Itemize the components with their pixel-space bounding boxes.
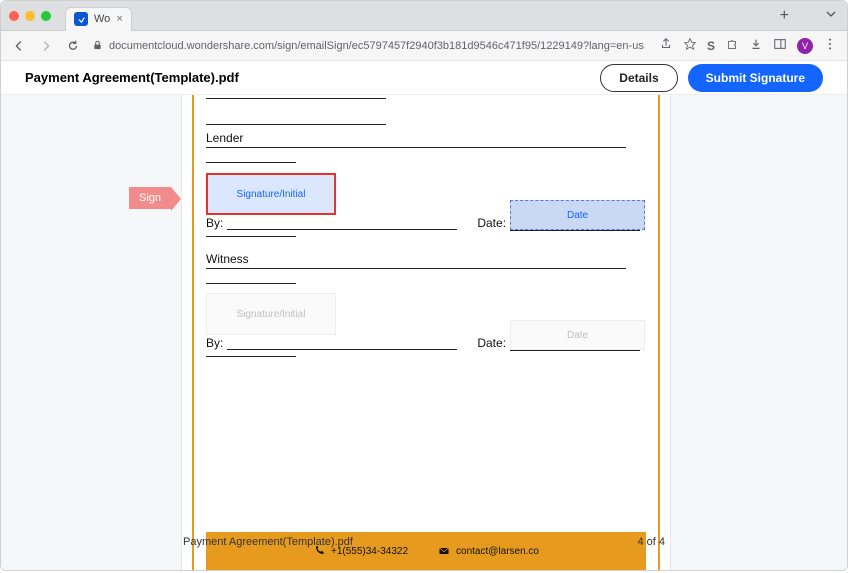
field-line xyxy=(510,230,640,231)
status-filename: Payment Agreement(Template).pdf xyxy=(183,536,353,548)
tab-title: Wo xyxy=(94,13,110,25)
date-field-witness[interactable]: Date xyxy=(510,320,645,350)
witness-label: Witness xyxy=(206,252,646,266)
minimize-window-icon[interactable] xyxy=(25,11,35,21)
field-line xyxy=(206,268,626,269)
signature-field-witness[interactable]: Signature/Initial xyxy=(206,293,336,335)
star-icon[interactable] xyxy=(683,37,697,54)
date-label: Date: xyxy=(477,216,506,230)
document-title: Payment Agreement(Template).pdf xyxy=(25,70,600,85)
browser-tab-bar: Wo × + xyxy=(1,1,847,31)
toolbar-right: S V xyxy=(659,37,837,54)
date-field-lender[interactable]: Date xyxy=(510,200,645,230)
sign-here-tag[interactable]: Sign xyxy=(129,187,171,209)
browser-address-bar: documentcloud.wondershare.com/sign/email… xyxy=(1,31,847,61)
tab-favicon xyxy=(74,12,88,26)
kebab-menu-icon[interactable] xyxy=(823,37,837,54)
submit-signature-button[interactable]: Submit Signature xyxy=(688,64,823,92)
signature-field-lender[interactable]: Signature/Initial xyxy=(206,173,336,215)
url-text: documentcloud.wondershare.com/sign/email… xyxy=(109,40,644,52)
tab-overflow-icon[interactable] xyxy=(825,7,837,25)
new-tab-button[interactable]: + xyxy=(780,7,789,25)
field-line xyxy=(227,349,457,350)
document-canvas: Sign Lender Signature/Initial By: xyxy=(1,95,847,570)
extensions-icon[interactable]: S xyxy=(707,39,715,53)
field-line xyxy=(206,98,386,99)
document-page: Lender Signature/Initial By: Date: Date xyxy=(181,95,671,570)
field-line xyxy=(510,350,640,351)
field-line xyxy=(206,162,296,163)
by-label: By: xyxy=(206,216,223,230)
forward-button[interactable] xyxy=(38,39,53,53)
profile-avatar[interactable]: V xyxy=(797,38,813,54)
field-line xyxy=(227,229,457,230)
maximize-window-icon[interactable] xyxy=(41,11,51,21)
details-button[interactable]: Details xyxy=(600,64,677,92)
field-line xyxy=(206,147,626,148)
date-label: Date: xyxy=(477,336,506,350)
status-bar: Payment Agreement(Template).pdf 4 of 4 xyxy=(183,536,665,548)
download-icon[interactable] xyxy=(749,37,763,54)
tab-close-icon[interactable]: × xyxy=(116,13,122,25)
share-icon[interactable] xyxy=(659,37,673,54)
panel-icon[interactable] xyxy=(773,37,787,54)
browser-tab[interactable]: Wo × xyxy=(65,7,132,31)
reload-button[interactable] xyxy=(65,39,80,53)
field-line xyxy=(206,236,296,237)
close-window-icon[interactable] xyxy=(9,11,19,21)
lender-label: Lender xyxy=(206,131,646,145)
back-button[interactable] xyxy=(11,39,26,53)
app-header: Payment Agreement(Template).pdf Details … xyxy=(1,61,847,95)
field-line xyxy=(206,124,386,125)
field-line xyxy=(206,283,296,284)
window-controls xyxy=(9,11,51,21)
field-line xyxy=(206,356,296,357)
puzzle-icon[interactable] xyxy=(725,37,739,54)
by-label: By: xyxy=(206,336,223,350)
status-page: 4 of 4 xyxy=(637,536,665,548)
url-field[interactable]: documentcloud.wondershare.com/sign/email… xyxy=(92,40,647,52)
lock-icon xyxy=(92,40,103,51)
